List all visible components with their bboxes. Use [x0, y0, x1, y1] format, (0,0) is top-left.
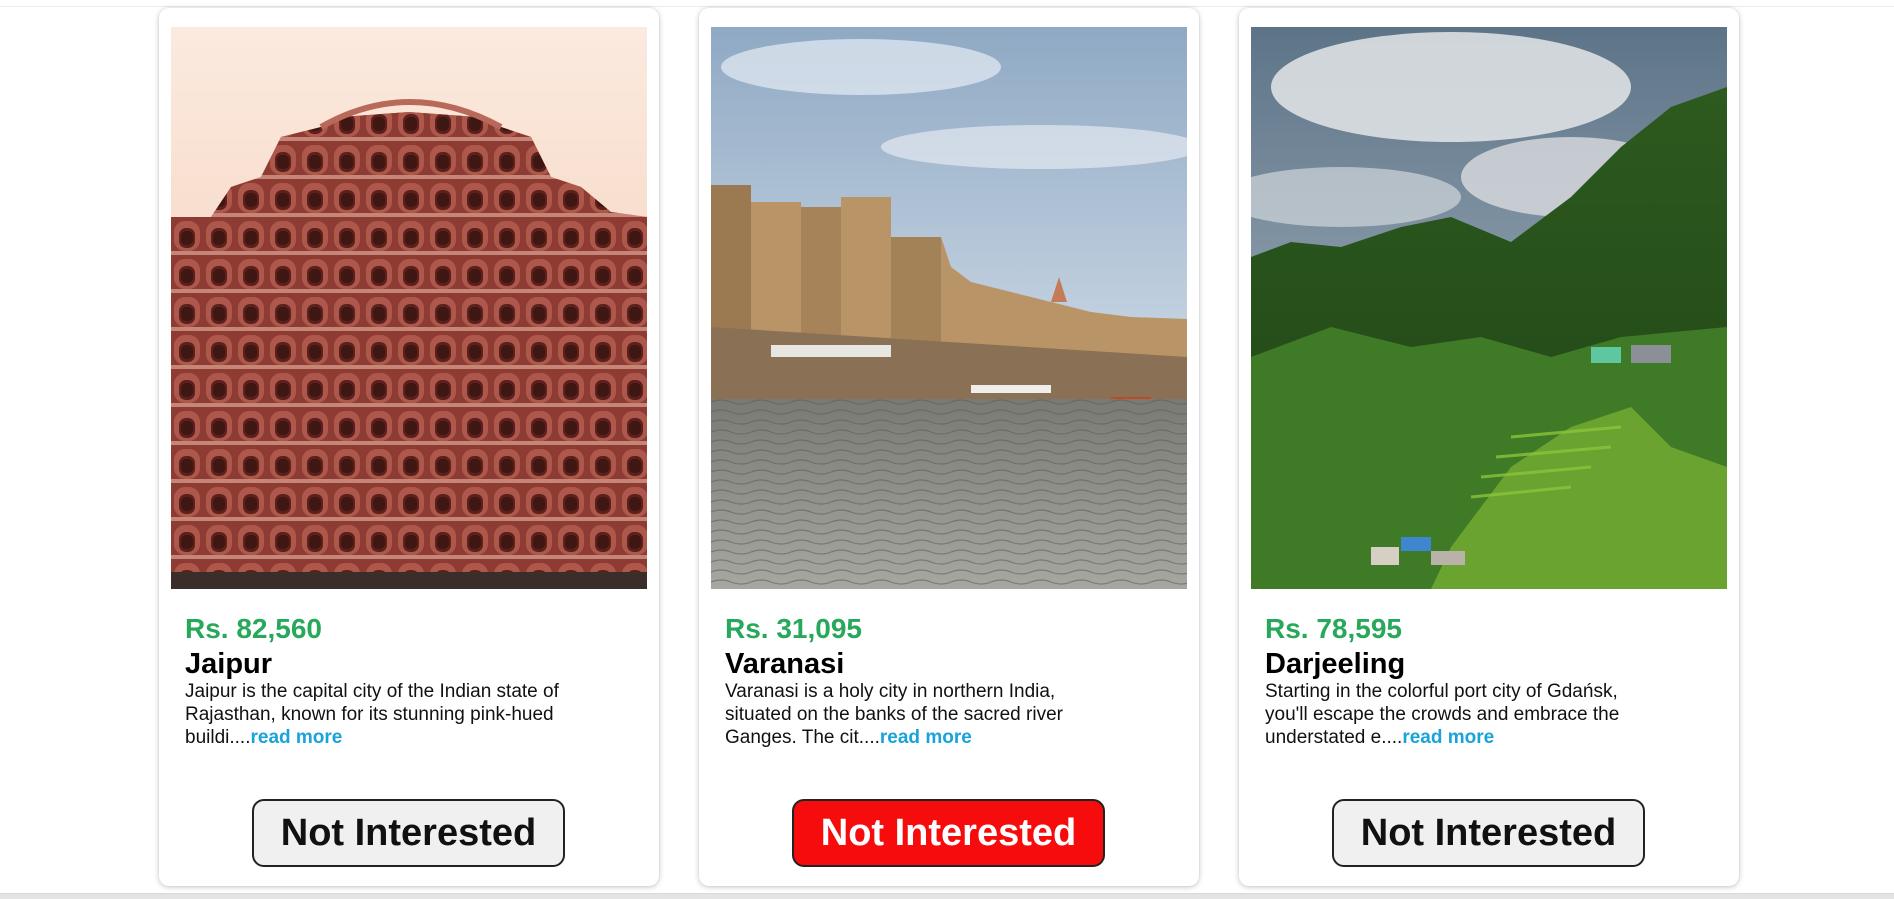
not-interested-button[interactable]: Not Interested	[252, 799, 565, 867]
not-interested-button[interactable]: Not Interested	[792, 799, 1105, 867]
page: Rs. 82,560 Jaipur Jaipur is the capital …	[0, 0, 1894, 899]
destination-description: Varanasi is a holy city in northern Indi…	[725, 680, 1125, 749]
destination-description: Jaipur is the capital city of the Indian…	[185, 680, 585, 749]
destination-name: Darjeeling	[1265, 648, 1406, 680]
destination-card-varanasi: Rs. 31,095 Varanasi Varanasi is a holy c…	[699, 8, 1199, 886]
destination-card-jaipur: Rs. 82,560 Jaipur Jaipur is the capital …	[159, 8, 659, 886]
price: Rs. 78,595	[1265, 613, 1402, 644]
destination-photo	[711, 27, 1187, 589]
destination-photo	[171, 27, 647, 589]
price: Rs. 82,560	[185, 613, 322, 644]
read-more-link[interactable]: read more	[250, 727, 342, 748]
destination-card-darjeeling: Rs. 78,595 Darjeeling Starting in the co…	[1239, 8, 1739, 886]
horizontal-scrollbar[interactable]	[0, 893, 1894, 899]
description-text: Jaipur is the capital city of the Indian…	[185, 681, 559, 748]
destination-photo	[1251, 27, 1727, 589]
destination-description: Starting in the colorful port city of Gd…	[1265, 680, 1665, 749]
price: Rs. 31,095	[725, 613, 862, 644]
destination-cards: Rs. 82,560 Jaipur Jaipur is the capital …	[159, 8, 1739, 886]
not-interested-button[interactable]: Not Interested	[1332, 799, 1645, 867]
top-divider	[0, 6, 1894, 7]
read-more-link[interactable]: read more	[880, 727, 972, 748]
read-more-link[interactable]: read more	[1402, 727, 1494, 748]
destination-name: Jaipur	[185, 648, 273, 680]
destination-name: Varanasi	[725, 648, 845, 680]
